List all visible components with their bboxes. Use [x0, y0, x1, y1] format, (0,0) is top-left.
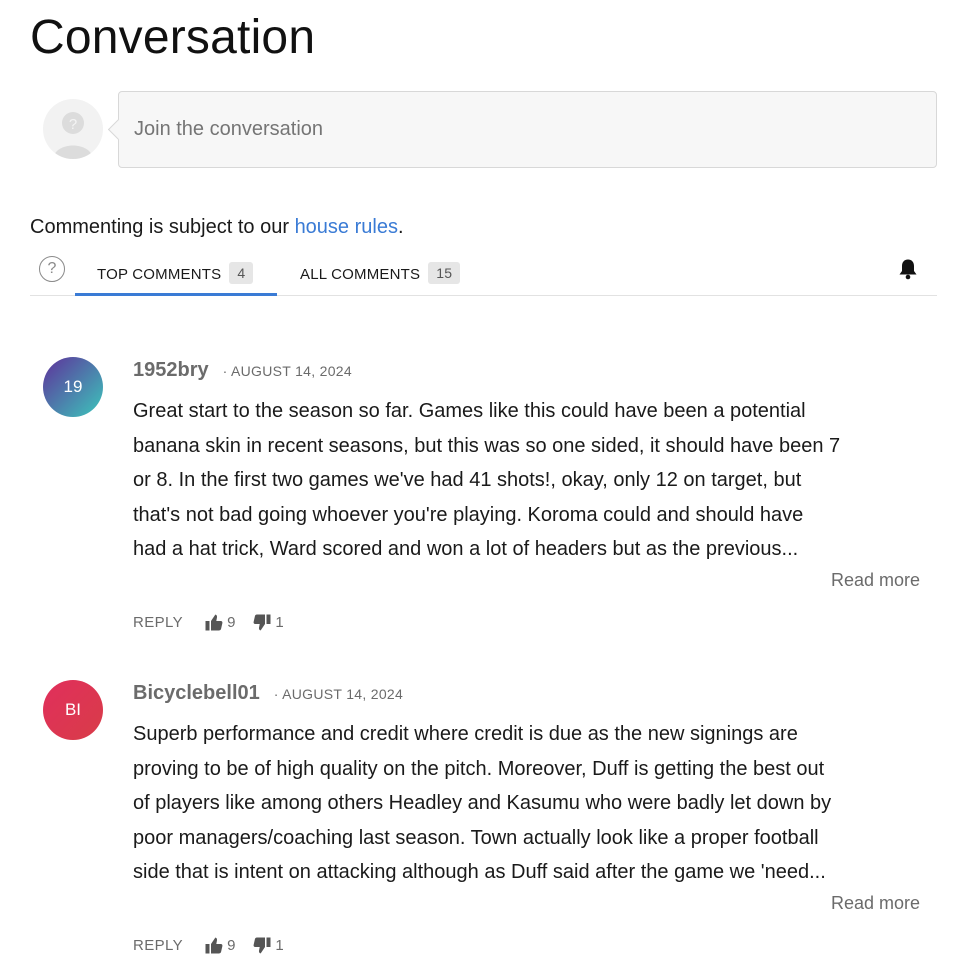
tab-count-badge: 4 — [229, 262, 254, 284]
comment-header: 1952bry · AUGUST 14, 2024 — [133, 359, 352, 382]
upvote-button[interactable]: 9 — [205, 614, 235, 631]
comment-date: · AUGUST 14, 2024 — [273, 686, 404, 702]
read-more-link[interactable]: Read more — [831, 893, 920, 914]
comment-actions: REPLY 9 1 — [133, 937, 284, 954]
page-title: Conversation — [30, 11, 316, 64]
upvote-button[interactable]: 9 — [205, 937, 235, 954]
tab-label: ALL COMMENTS — [300, 266, 421, 283]
tab-all-comments[interactable]: ALL COMMENTS 15 — [300, 260, 461, 296]
house-rules-link[interactable]: house rules — [295, 216, 398, 238]
tab-top-comments[interactable]: TOP COMMENTS 4 — [75, 260, 277, 296]
help-icon[interactable]: ? — [39, 256, 65, 282]
comment-body: Great start to the season so far. Games … — [133, 394, 923, 567]
thumbs-down-icon — [253, 614, 271, 631]
comment-header: Bicyclebell01 · AUGUST 14, 2024 — [133, 682, 403, 705]
comment-line: of players like among others Headley and… — [133, 792, 832, 814]
comment-tabs: ? TOP COMMENTS 4 ALL COMMENTS 15 — [30, 252, 937, 296]
avatar[interactable]: 19 — [43, 357, 103, 417]
comment-line: side that is intent on attacking althoug… — [133, 861, 826, 883]
upvote-count: 9 — [227, 937, 236, 954]
house-rules-notice: Commenting is subject to our house rules… — [30, 216, 404, 239]
thumbs-down-icon — [253, 937, 271, 954]
rules-suffix: . — [397, 216, 404, 238]
comment-line: that's not bad going whoever you're play… — [133, 503, 804, 526]
bell-icon[interactable] — [898, 258, 918, 285]
comment-line: proving to be of high quality on the pit… — [133, 757, 825, 780]
downvote-count: 1 — [275, 614, 284, 631]
comment-input-box[interactable] — [118, 91, 937, 168]
downvote-count: 1 — [275, 937, 284, 954]
comment-line: banana skin in recent seasons, but this … — [133, 434, 841, 457]
comment-username[interactable]: 1952bry — [133, 359, 209, 382]
upvote-count: 9 — [227, 614, 236, 631]
comment-line: poor managers/coaching last season. Town… — [133, 826, 819, 849]
tab-label: TOP COMMENTS — [97, 266, 222, 283]
downvote-button[interactable]: 1 — [253, 614, 284, 631]
comment-composer: ? — [43, 91, 937, 168]
comment-line: or 8. In the first two games we've had 4… — [133, 469, 802, 491]
avatar[interactable]: BI — [43, 680, 103, 740]
rules-prefix: Commenting is subject to our — [30, 216, 295, 238]
reply-button[interactable]: REPLY — [133, 614, 183, 631]
comment-line: Great start to the season so far. Games … — [133, 400, 806, 422]
reply-button[interactable]: REPLY — [133, 937, 183, 954]
thumbs-up-icon — [205, 614, 223, 631]
svg-text:?: ? — [69, 116, 77, 133]
user-placeholder-avatar-icon: ? — [43, 99, 103, 159]
downvote-button[interactable]: 1 — [253, 937, 284, 954]
comment-line: had a hat trick, Ward scored and won a l… — [133, 538, 799, 560]
comment-username[interactable]: Bicyclebell01 — [133, 682, 260, 705]
comment-date: · AUGUST 14, 2024 — [222, 363, 352, 379]
comment-body: Superb performance and credit where cred… — [133, 717, 923, 890]
comment-actions: REPLY 9 1 — [133, 614, 284, 631]
tab-count-badge: 15 — [428, 262, 461, 284]
read-more-link[interactable]: Read more — [831, 570, 920, 591]
thumbs-up-icon — [205, 937, 223, 954]
comment-line: Superb performance and credit where cred… — [133, 723, 798, 745]
comment-input[interactable] — [134, 118, 894, 141]
